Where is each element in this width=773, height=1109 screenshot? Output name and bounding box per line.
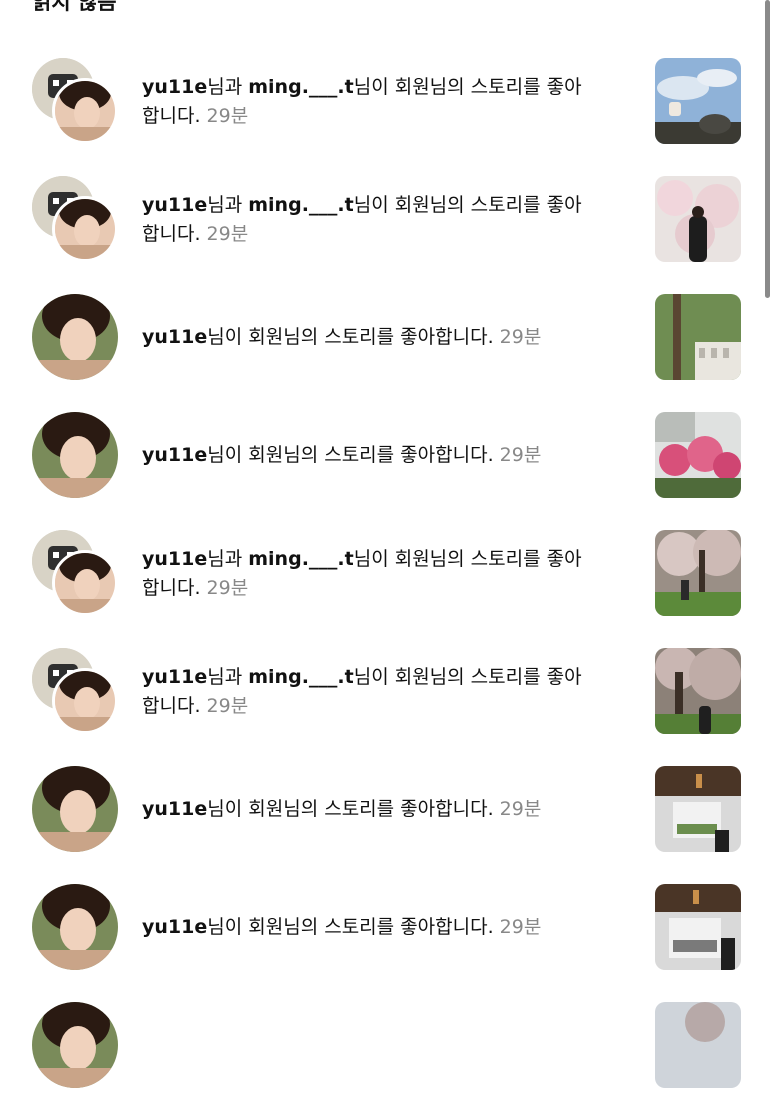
section-header-unread: 읽지 않음 bbox=[32, 0, 117, 14]
story-thumbnail[interactable] bbox=[655, 884, 741, 970]
notification-row[interactable]: yu11e님이 회원님의 스토리를 좋아합니다. 29분 bbox=[0, 763, 773, 873]
avatar-yu11e bbox=[52, 550, 118, 616]
username[interactable]: yu11e bbox=[142, 548, 207, 570]
text-conj: 님과 bbox=[207, 76, 249, 98]
text-action-cont: 합니다. bbox=[142, 223, 207, 245]
avatar-pair[interactable] bbox=[32, 176, 122, 266]
timestamp: 29분 bbox=[499, 798, 542, 820]
avatar[interactable] bbox=[32, 766, 122, 856]
username[interactable]: ming.___.t bbox=[248, 76, 353, 98]
text-action: 님이 회원님의 스토리를 좋아 bbox=[353, 666, 582, 688]
avatar-pair[interactable] bbox=[32, 58, 122, 148]
notification-text: yu11e님이 회원님의 스토리를 좋아합니다. 29분 bbox=[142, 441, 642, 470]
notification-text: yu11e님이 회원님의 스토리를 좋아합니다. 29분 bbox=[142, 913, 642, 942]
text-conj: 님과 bbox=[207, 194, 249, 216]
text-action-cont: 합니다. bbox=[142, 695, 207, 717]
notification-row[interactable]: yu11e님이 회원님의 스토리를 좋아합니다. 29분 bbox=[0, 291, 773, 401]
avatar-pair[interactable] bbox=[32, 648, 122, 738]
story-thumbnail[interactable] bbox=[655, 294, 741, 380]
avatar[interactable] bbox=[32, 884, 122, 974]
timestamp: 29분 bbox=[206, 577, 249, 599]
username[interactable]: yu11e bbox=[142, 666, 207, 688]
notification-text: yu11e님과 ming.___.t님이 회원님의 스토리를 좋아합니다. 29… bbox=[142, 73, 642, 131]
notification-row[interactable] bbox=[0, 999, 773, 1109]
text-action: 님이 회원님의 스토리를 좋아합니다. bbox=[207, 798, 500, 820]
notification-row[interactable]: yu11e님이 회원님의 스토리를 좋아합니다. 29분 bbox=[0, 881, 773, 991]
avatar-yu11e bbox=[32, 766, 118, 852]
username[interactable]: ming.___.t bbox=[248, 548, 353, 570]
notification-row[interactable]: yu11e님과 ming.___.t님이 회원님의 스토리를 좋아합니다. 29… bbox=[0, 55, 773, 165]
username[interactable]: yu11e bbox=[142, 444, 207, 466]
timestamp: 29분 bbox=[206, 695, 249, 717]
timestamp: 29분 bbox=[499, 444, 542, 466]
story-thumbnail[interactable] bbox=[655, 1002, 741, 1088]
text-action-cont: 합니다. bbox=[142, 577, 207, 599]
text-action: 님이 회원님의 스토리를 좋아합니다. bbox=[207, 916, 500, 938]
avatar-yu11e bbox=[52, 196, 118, 262]
notification-text: yu11e님과 ming.___.t님이 회원님의 스토리를 좋아합니다. 29… bbox=[142, 191, 642, 249]
story-thumbnail[interactable] bbox=[655, 648, 741, 734]
text-action: 님이 회원님의 스토리를 좋아 bbox=[353, 76, 582, 98]
avatar-yu11e bbox=[32, 1002, 118, 1088]
avatar-pair[interactable] bbox=[32, 530, 122, 620]
notification-text: yu11e님이 회원님의 스토리를 좋아합니다. 29분 bbox=[142, 323, 642, 352]
timestamp: 29분 bbox=[206, 105, 249, 127]
text-conj: 님과 bbox=[207, 666, 249, 688]
notification-row[interactable]: yu11e님과 ming.___.t님이 회원님의 스토리를 좋아합니다. 29… bbox=[0, 645, 773, 755]
notification-row[interactable]: yu11e님과 ming.___.t님이 회원님의 스토리를 좋아합니다. 29… bbox=[0, 527, 773, 637]
avatar-yu11e bbox=[32, 884, 118, 970]
username[interactable]: yu11e bbox=[142, 798, 207, 820]
timestamp: 29분 bbox=[206, 223, 249, 245]
avatar[interactable] bbox=[32, 1002, 122, 1092]
notification-text: yu11e님과 ming.___.t님이 회원님의 스토리를 좋아합니다. 29… bbox=[142, 545, 642, 603]
username[interactable]: yu11e bbox=[142, 194, 207, 216]
timestamp: 29분 bbox=[499, 326, 542, 348]
avatar-yu11e bbox=[52, 78, 118, 144]
username[interactable]: ming.___.t bbox=[248, 194, 353, 216]
notification-row[interactable]: yu11e님과 ming.___.t님이 회원님의 스토리를 좋아합니다. 29… bbox=[0, 173, 773, 283]
text-action: 님이 회원님의 스토리를 좋아 bbox=[353, 548, 582, 570]
notification-text: yu11e님이 회원님의 스토리를 좋아합니다. 29분 bbox=[142, 795, 642, 824]
text-action: 님이 회원님의 스토리를 좋아 bbox=[353, 194, 582, 216]
timestamp: 29분 bbox=[499, 916, 542, 938]
story-thumbnail[interactable] bbox=[655, 530, 741, 616]
avatar[interactable] bbox=[32, 412, 122, 502]
story-thumbnail[interactable] bbox=[655, 176, 741, 262]
text-action-cont: 합니다. bbox=[142, 105, 207, 127]
avatar-yu11e bbox=[32, 412, 118, 498]
story-thumbnail[interactable] bbox=[655, 412, 741, 498]
notification-text: yu11e님과 ming.___.t님이 회원님의 스토리를 좋아합니다. 29… bbox=[142, 663, 642, 721]
avatar-yu11e bbox=[52, 668, 118, 734]
text-conj: 님과 bbox=[207, 548, 249, 570]
text-action: 님이 회원님의 스토리를 좋아합니다. bbox=[207, 444, 500, 466]
avatar-yu11e bbox=[32, 294, 118, 380]
avatar[interactable] bbox=[32, 294, 122, 384]
story-thumbnail[interactable] bbox=[655, 58, 741, 144]
username[interactable]: yu11e bbox=[142, 916, 207, 938]
text-action: 님이 회원님의 스토리를 좋아합니다. bbox=[207, 326, 500, 348]
story-thumbnail[interactable] bbox=[655, 766, 741, 852]
username[interactable]: yu11e bbox=[142, 326, 207, 348]
notification-row[interactable]: yu11e님이 회원님의 스토리를 좋아합니다. 29분 bbox=[0, 409, 773, 519]
username[interactable]: ming.___.t bbox=[248, 666, 353, 688]
username[interactable]: yu11e bbox=[142, 76, 207, 98]
